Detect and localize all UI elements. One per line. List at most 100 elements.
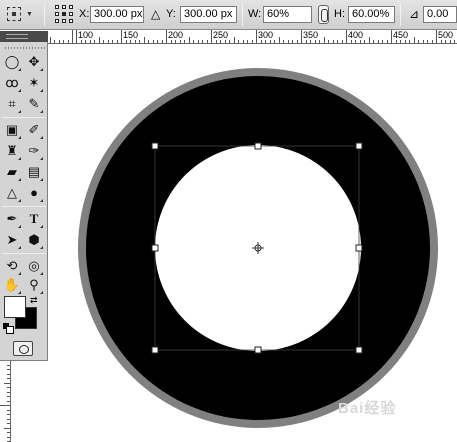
transform-handle-top[interactable] [254, 142, 262, 150]
ruler-tick [431, 40, 433, 43]
brush-tool-icon[interactable]: ✐ [24, 120, 44, 140]
ruler-tick [98, 37, 100, 43]
move-tool-icon[interactable]: ✥ [24, 52, 44, 72]
y-position-field[interactable]: 300.00 px [180, 6, 237, 23]
transform-handle-left[interactable] [151, 244, 159, 252]
rotate-angle-icon: ⊿ [409, 7, 420, 21]
x-position-field[interactable]: 300.00 px [90, 6, 144, 23]
grip-dot [32, 47, 33, 49]
transform-icon [7, 7, 21, 21]
ruler-tick [193, 40, 194, 43]
maintain-aspect-ratio-icon[interactable] [318, 5, 329, 24]
document-canvas[interactable]: Bai经验 [48, 45, 457, 442]
transform-handle-bottom-left[interactable] [151, 346, 159, 354]
lasso-tool-icon[interactable]: ꝏ [2, 73, 22, 93]
ruler-tick [368, 37, 370, 43]
ruler-tick [274, 40, 275, 43]
ruler-tick [184, 40, 185, 43]
grip-dot [26, 47, 27, 49]
default-colors-icon[interactable] [3, 323, 14, 334]
tool-preset-picker[interactable]: ▼ [6, 6, 36, 24]
ruler-tick [175, 40, 176, 43]
shape-tool-icon[interactable]: ⬢ [24, 230, 44, 250]
transform-handle-bottom[interactable] [254, 346, 262, 354]
ruler-tick [7, 373, 10, 375]
toolbox-grip[interactable] [3, 44, 45, 52]
history-brush-tool-icon[interactable]: ✑ [24, 141, 44, 161]
ruler-tick [319, 40, 320, 43]
ruler-tick [143, 37, 145, 43]
ruler-tick [63, 40, 64, 43]
ruler-tick [130, 40, 131, 43]
ruler-tick [454, 40, 455, 43]
ruler-tick [7, 436, 10, 438]
crop-tool-icon[interactable]: ⌗ [2, 94, 22, 114]
reference-point-locator[interactable] [55, 5, 74, 24]
ruler-label: 500 [438, 30, 454, 40]
toolbox-titlebar[interactable] [0, 31, 48, 42]
pen-tool-icon[interactable]: ✒ [2, 209, 22, 229]
3d-orbit-tool-icon[interactable]: ◎ [24, 256, 44, 276]
ruler-tick [323, 37, 325, 43]
magic-wand-tool-icon[interactable]: ✶ [24, 73, 44, 93]
ruler-tick [251, 40, 253, 43]
type-tool-icon[interactable]: T [24, 209, 44, 229]
options-bar: ▼ X: 300.00 px △ Y: 300.00 px W: 60% H: … [0, 0, 457, 30]
ruler-label: 400 [348, 30, 364, 40]
transform-handle-top-right[interactable] [355, 142, 363, 150]
elliptical-marquee-tool-icon[interactable]: ◯ [2, 52, 22, 72]
clone-stamp-tool-icon[interactable]: ♜ [2, 141, 22, 161]
ruler-tick [422, 40, 424, 43]
zoom-tool-icon[interactable]: ⚲ [24, 275, 44, 295]
ruler-tick [386, 40, 388, 43]
blur-tool-icon[interactable]: △ [2, 183, 22, 203]
ruler-tick [7, 432, 10, 433]
ruler-tick [337, 40, 338, 43]
ruler-tick [7, 364, 10, 366]
transform-handle-right[interactable] [355, 244, 363, 252]
hand-tool-icon[interactable]: ✋ [2, 275, 22, 295]
height-field[interactable]: 60.00% [348, 6, 395, 23]
foreground-color-swatch[interactable] [4, 296, 26, 318]
dodge-tool-icon[interactable]: ● [24, 183, 44, 203]
height-label: H: [334, 8, 345, 20]
ruler-tick [72, 30, 73, 43]
ruler-tick [328, 40, 329, 43]
ruler-tick [7, 378, 10, 379]
swap-colors-icon[interactable]: ⇄ [30, 295, 38, 306]
grip-dot [17, 47, 18, 49]
ruler-tick [76, 30, 77, 43]
3d-rotate-tool-icon[interactable]: ⟲ [2, 256, 22, 276]
canvas-artwork [78, 68, 438, 428]
ruler-tick [7, 387, 10, 388]
ruler-tick [449, 40, 451, 43]
grip-dot [8, 47, 9, 49]
ruler-tick [7, 369, 10, 370]
ruler-label: 200 [168, 30, 184, 40]
ruler-label: 150 [123, 30, 139, 40]
transform-handle-bottom-right[interactable] [355, 346, 363, 354]
rotate-field[interactable]: 0.00 [423, 6, 457, 23]
ruler-tick [301, 30, 302, 43]
healing-brush-tool-icon[interactable]: ▣ [2, 120, 22, 140]
vertical-ruler[interactable] [0, 360, 11, 442]
eraser-tool-icon[interactable]: ▰ [2, 162, 22, 182]
width-field[interactable]: 60% [263, 6, 312, 23]
ruler-tick [206, 40, 208, 43]
ruler-tick [89, 40, 91, 43]
ruler-tick [224, 40, 226, 43]
ruler-tick [265, 40, 266, 43]
gradient-tool-icon[interactable]: ▤ [24, 162, 44, 182]
divider [2, 206, 46, 207]
ruler-tick [247, 40, 248, 43]
horizontal-ruler[interactable]: 100 150 200 250 300 350 400 450 500 [48, 30, 457, 44]
transform-handle-top-left[interactable] [151, 142, 159, 150]
ruler-tick [400, 40, 401, 43]
eyedropper-tool-icon[interactable]: ✎ [24, 94, 44, 114]
path-selection-tool-icon[interactable]: ➤ [2, 230, 22, 250]
quick-mask-icon[interactable] [13, 341, 33, 356]
relative-position-icon[interactable]: △ [151, 7, 160, 21]
grip-dot [14, 47, 15, 49]
ruler-tick [7, 391, 10, 393]
y-label: Y: [166, 8, 176, 20]
